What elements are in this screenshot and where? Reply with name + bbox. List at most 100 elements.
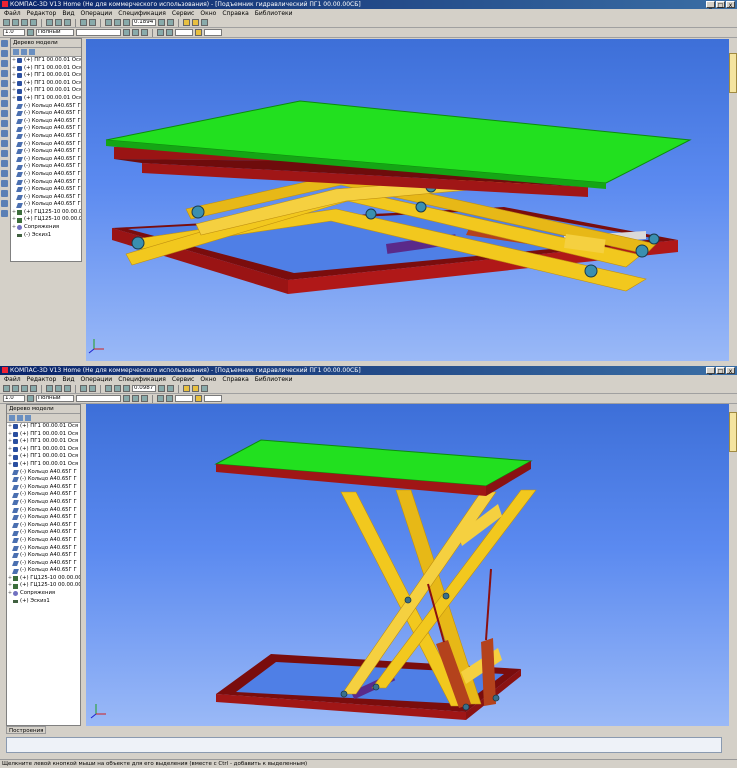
3d-viewport[interactable] bbox=[86, 404, 729, 726]
tree-item[interactable]: (-) Кольцо А40.65Г Г bbox=[11, 118, 81, 126]
tree-item[interactable]: + (+) ГЦ125-10 00.00.00 bbox=[11, 209, 81, 217]
tree-filter-icon[interactable] bbox=[21, 49, 27, 55]
lock-icon[interactable] bbox=[195, 29, 202, 36]
menu-libraries[interactable]: Библиотеки bbox=[255, 375, 293, 384]
tree-item[interactable]: + Сопряжения bbox=[7, 590, 80, 598]
maximize-button[interactable]: □ bbox=[716, 367, 725, 375]
pan-icon[interactable] bbox=[158, 385, 165, 392]
perspective-icon[interactable] bbox=[201, 19, 208, 26]
scale-field[interactable]: 1.0 bbox=[3, 395, 25, 402]
tool-report-icon[interactable] bbox=[1, 100, 8, 107]
cursor-icon[interactable] bbox=[157, 395, 164, 402]
tree-item[interactable]: (-) Кольцо А40.65Г Г bbox=[7, 567, 80, 575]
menu-service[interactable]: Сервис bbox=[172, 9, 194, 18]
menu-operations[interactable]: Операции bbox=[80, 375, 112, 384]
new-icon[interactable] bbox=[3, 19, 10, 26]
style-field[interactable]: Полный bbox=[36, 395, 74, 402]
tree-item[interactable]: + (+) ГЦ125-10 00.00.00 bbox=[11, 216, 81, 224]
tool-edit-icon[interactable] bbox=[1, 40, 8, 47]
close-button[interactable]: x bbox=[726, 367, 735, 375]
tree-item[interactable]: (-) Кольцо А40.65Г Г bbox=[11, 201, 81, 209]
tool-geometry-icon[interactable] bbox=[1, 60, 8, 67]
tool-more-icon[interactable] bbox=[1, 210, 8, 217]
grid-icon[interactable] bbox=[123, 395, 130, 402]
menu-editor[interactable]: Редактор bbox=[27, 9, 57, 18]
maximize-button[interactable]: □ bbox=[716, 1, 725, 9]
paste-icon[interactable] bbox=[64, 19, 71, 26]
tree-filter-icon[interactable] bbox=[17, 415, 23, 421]
menu-file[interactable]: Файл bbox=[4, 9, 21, 18]
tree-item[interactable]: (-) Кольцо А40.65Г Г bbox=[11, 163, 81, 171]
tree-item[interactable]: (-) Кольцо А40.65Г Г bbox=[7, 499, 80, 507]
menu-operations[interactable]: Операции bbox=[80, 9, 112, 18]
tree-item[interactable]: (-) Кольцо А40.65Г Г bbox=[11, 141, 81, 149]
tree-item[interactable]: + (+) ГЦ125-10 00.00.00 bbox=[7, 575, 80, 583]
minimize-button[interactable]: _ bbox=[706, 367, 715, 375]
coord-x-field[interactable] bbox=[175, 29, 193, 36]
tree-item[interactable]: (-) Кольцо А40.65Г Г bbox=[7, 537, 80, 545]
perspective-icon[interactable] bbox=[201, 385, 208, 392]
tree-item[interactable]: (-) Кольцо А40.65Г Г bbox=[7, 545, 80, 553]
snap-icon[interactable] bbox=[141, 29, 148, 36]
tree-item[interactable]: + (+) ПГ1 00.00.01 Ося bbox=[7, 431, 80, 439]
tree-item[interactable]: + Сопряжения bbox=[11, 224, 81, 232]
style-field[interactable]: Полный bbox=[36, 29, 74, 36]
zoom-out-icon[interactable] bbox=[114, 385, 121, 392]
coord-y-field[interactable] bbox=[204, 395, 222, 402]
zoom-out-icon[interactable] bbox=[114, 19, 121, 26]
open-icon[interactable] bbox=[12, 385, 19, 392]
shaded-icon[interactable] bbox=[192, 19, 199, 26]
undo-icon[interactable] bbox=[80, 385, 87, 392]
tree-item[interactable]: (-) Кольцо А40.65Г Г bbox=[11, 125, 81, 133]
state-field[interactable] bbox=[76, 395, 121, 402]
pan-icon[interactable] bbox=[158, 19, 165, 26]
tree-item[interactable]: (-) Кольцо А40.65Г Г bbox=[7, 560, 80, 568]
minimize-button[interactable]: _ bbox=[706, 1, 715, 9]
snap-icon[interactable] bbox=[141, 395, 148, 402]
coord-y-field[interactable] bbox=[204, 29, 222, 36]
view-orient-icon[interactable] bbox=[183, 19, 190, 26]
tool-spec-icon[interactable] bbox=[1, 90, 8, 97]
property-tab[interactable]: Построения bbox=[6, 726, 47, 734]
tool-sketch-icon[interactable] bbox=[1, 50, 8, 57]
menu-libraries[interactable]: Библиотеки bbox=[255, 9, 293, 18]
state-field[interactable] bbox=[76, 29, 121, 36]
cursor-icon[interactable] bbox=[157, 29, 164, 36]
tree-item[interactable]: (-) Кольцо А40.65Г Г bbox=[11, 194, 81, 202]
tool-cable-icon[interactable] bbox=[1, 180, 8, 187]
save-icon[interactable] bbox=[21, 385, 28, 392]
tool-pipe-icon[interactable] bbox=[1, 170, 8, 177]
tree-item[interactable]: + (+) ПГ1 00.00.01 Ося bbox=[11, 95, 81, 103]
tool-measure-icon[interactable] bbox=[1, 70, 8, 77]
tree-item[interactable]: + (+) ПГ1 00.00.01 Ося bbox=[7, 461, 80, 469]
copy-icon[interactable] bbox=[55, 19, 62, 26]
tool-frame-icon[interactable] bbox=[1, 190, 8, 197]
close-button[interactable]: x bbox=[726, 1, 735, 9]
scale-field[interactable]: 1.0 bbox=[3, 29, 25, 36]
tree-item[interactable]: (-) Кольцо А40.65Г Г bbox=[11, 186, 81, 194]
tree-item[interactable]: (+) Эскиз1 bbox=[7, 598, 80, 606]
menu-view[interactable]: Вид bbox=[62, 375, 74, 384]
tree-item[interactable]: (-) Кольцо А40.65Г Г bbox=[11, 179, 81, 187]
tool-array-icon[interactable] bbox=[1, 120, 8, 127]
tree-item[interactable]: + (+) ПГ1 00.00.01 Ося bbox=[11, 72, 81, 80]
menu-specification[interactable]: Спецификация bbox=[118, 9, 166, 18]
extra-tab[interactable] bbox=[729, 53, 737, 93]
undo-icon[interactable] bbox=[80, 19, 87, 26]
coord-x-field[interactable] bbox=[175, 395, 193, 402]
tree-item[interactable]: (-) Кольцо А40.65Г Г bbox=[7, 491, 80, 499]
layer-icon[interactable] bbox=[27, 395, 34, 402]
menu-help[interactable]: Справка bbox=[222, 375, 248, 384]
print-icon[interactable] bbox=[30, 19, 37, 26]
cut-icon[interactable] bbox=[46, 385, 53, 392]
tool-sheet-icon[interactable] bbox=[1, 150, 8, 157]
tree-order-icon[interactable] bbox=[9, 415, 15, 421]
tree-item[interactable]: (-) Кольцо А40.65Г Г bbox=[11, 156, 81, 164]
view-orient-icon[interactable] bbox=[183, 385, 190, 392]
tree-item[interactable]: (-) Кольцо А40.65Г Г bbox=[11, 103, 81, 111]
tree-item[interactable]: (-) Кольцо А40.65Г Г bbox=[11, 171, 81, 179]
tree-item[interactable]: + (+) ПГ1 00.00.01 Ося bbox=[7, 446, 80, 454]
tree-item[interactable]: (-) Кольцо А40.65Г Г bbox=[7, 476, 80, 484]
coords-icon[interactable] bbox=[166, 395, 173, 402]
tree-item[interactable]: (-) Эскиз1 bbox=[11, 232, 81, 240]
